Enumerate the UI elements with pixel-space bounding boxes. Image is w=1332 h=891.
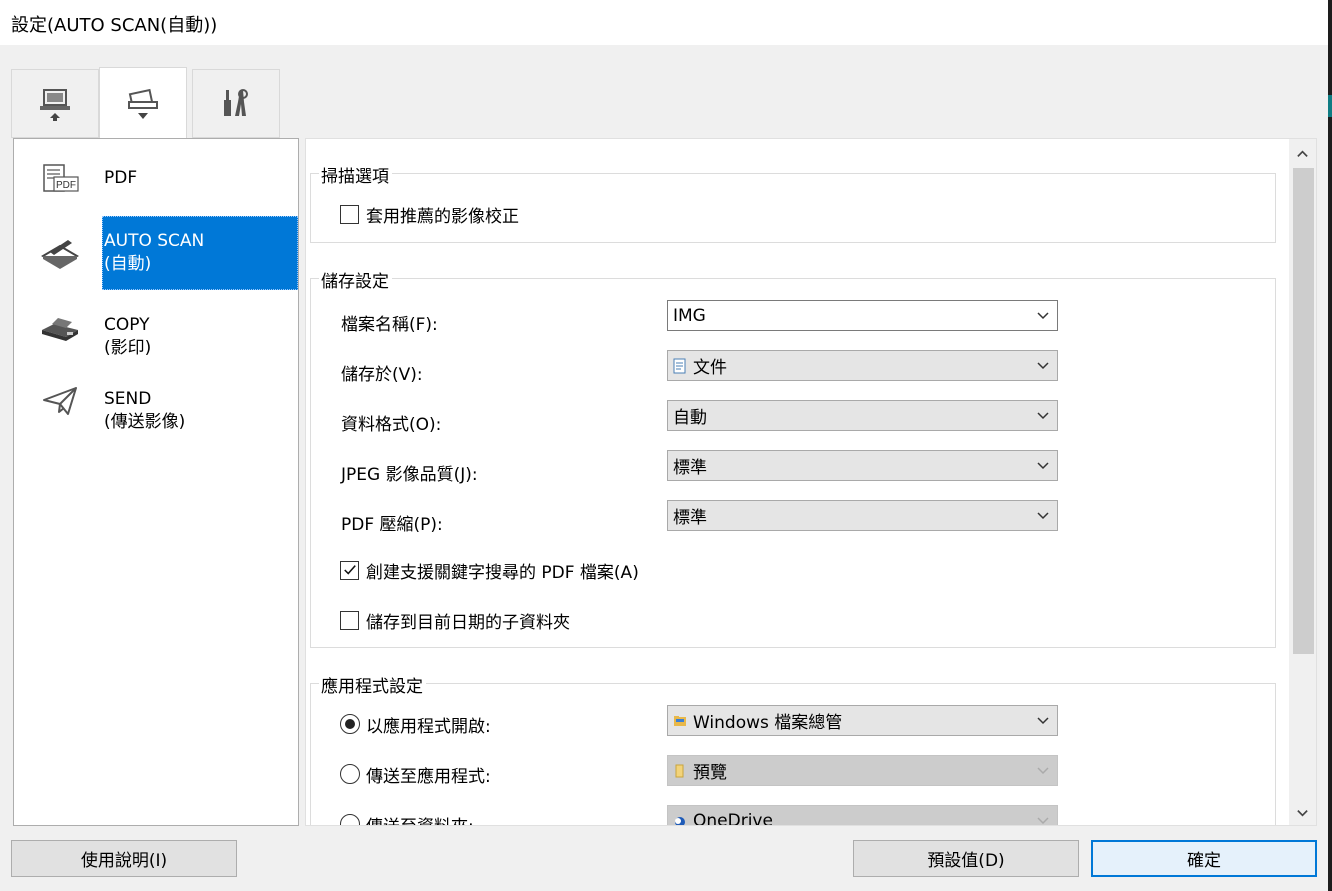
date-subfolder-checkbox[interactable] — [340, 610, 359, 630]
chevron-down-icon — [1037, 717, 1049, 725]
pdf-compression-combo[interactable]: 標準 — [667, 500, 1058, 531]
list-item-label: SEND (傳送影像) — [104, 389, 186, 432]
send-to-folder-radio[interactable] — [340, 814, 360, 825]
open-with-radio[interactable] — [340, 714, 360, 734]
chevron-down-icon — [1037, 817, 1049, 825]
computer-upload-icon — [40, 88, 70, 121]
jpeg-quality-combo[interactable]: 標準 — [667, 450, 1058, 481]
function-list: PDF PDF AUTO SCAN (自動) COPY (影印) SEND (傳… — [13, 138, 299, 826]
list-item-label: COPY (影印) — [104, 315, 152, 358]
help-button[interactable]: 使用說明(I) — [11, 840, 237, 877]
ok-button[interactable]: 確定 — [1091, 840, 1317, 877]
chevron-down-icon — [1037, 767, 1049, 775]
jpeg-quality-label: JPEG 影像品質(J): — [341, 465, 478, 485]
scan-options-group: 掃描選項 套用推薦的影像校正 — [310, 162, 1276, 243]
send-to-folder-radio-row[interactable]: 傳送至資料夾: — [340, 812, 474, 826]
file-name-combo[interactable]: IMG — [667, 300, 1058, 331]
title-bar: 設定(AUTO SCAN(自動)) — [0, 0, 1328, 45]
scanner-download-icon — [128, 88, 158, 119]
document-icon — [673, 358, 686, 373]
radio-label: 以應用程式開啟: — [366, 716, 491, 737]
open-with-radio-row[interactable]: 以應用程式開啟: — [340, 712, 491, 737]
group-title: 掃描選項 — [319, 162, 392, 187]
chevron-down-icon — [1037, 512, 1049, 520]
checkmark-icon — [343, 565, 356, 575]
checkbox-label: 套用推薦的影像校正 — [366, 206, 519, 227]
keyword-pdf-checkbox-row[interactable]: 創建支援關鍵字搜尋的 PDF 檔案(A) — [340, 558, 639, 583]
tab-tools[interactable] — [192, 69, 280, 138]
scrollbar-thumb[interactable] — [1293, 168, 1314, 654]
list-item-label: PDF — [104, 168, 138, 188]
save-in-label: 儲存於(V): — [341, 365, 423, 385]
data-format-label: 資料格式(O): — [341, 415, 442, 435]
group-title: 應用程式設定 — [319, 672, 426, 697]
list-item-pdf[interactable]: PDF PDF — [14, 143, 298, 217]
app-settings-group: 應用程式設定 以應用程式開啟: Windows 檔案總管 傳送至應用程式: 預覽 — [310, 672, 1276, 826]
chevron-down-icon — [1037, 362, 1049, 370]
send-to-app-radio-row[interactable]: 傳送至應用程式: — [340, 762, 491, 787]
onedrive-icon — [675, 816, 685, 825]
tools-icon — [224, 88, 248, 116]
send-to-folder-combo[interactable]: OneDrive — [667, 805, 1058, 825]
apply-recommended-checkbox-row[interactable]: 套用推薦的影像校正 — [340, 202, 519, 227]
scroll-down-icon[interactable] — [1289, 799, 1316, 825]
chevron-down-icon — [1037, 462, 1049, 470]
background-accent — [1328, 95, 1332, 117]
settings-dialog: 設定(AUTO SCAN(自動)) PDF PDF AUTO SCAN (自動)… — [0, 0, 1328, 891]
tab-scan-from-computer[interactable] — [11, 69, 99, 138]
pdf-icon: PDF — [43, 164, 79, 192]
radio-label: 傳送至應用程式: — [366, 766, 491, 787]
scroll-up-icon[interactable] — [1289, 141, 1316, 167]
open-with-combo[interactable]: Windows 檔案總管 — [667, 705, 1058, 736]
send-to-app-combo[interactable]: 預覽 — [667, 755, 1058, 786]
paper-plane-icon — [43, 387, 77, 415]
folder-icon — [674, 715, 686, 726]
save-in-combo[interactable]: 文件 — [667, 350, 1058, 381]
chevron-down-icon — [1037, 312, 1049, 320]
checkbox-label: 創建支援關鍵字搜尋的 PDF 檔案(A) — [366, 562, 639, 583]
list-item-label: AUTO SCAN (自動) — [104, 231, 205, 274]
window-title: 設定(AUTO SCAN(自動)) — [11, 15, 218, 36]
save-settings-group: 儲存設定 檔案名稱(F): IMG 儲存於(V): 文件 資料格式(O): 自動… — [310, 267, 1276, 648]
tab-scan-from-device[interactable] — [99, 67, 187, 139]
pdf-compression-label: PDF 壓縮(P): — [341, 515, 443, 535]
checkbox-label: 儲存到目前日期的子資料夾 — [366, 612, 570, 633]
group-title: 儲存設定 — [319, 267, 392, 292]
preview-app-icon — [675, 764, 684, 777]
printer-icon — [42, 318, 78, 341]
background-window-edge — [1328, 0, 1332, 891]
list-item-copy[interactable]: COPY (影印) — [14, 290, 298, 364]
svg-text:PDF: PDF — [56, 180, 76, 191]
radio-dot — [345, 719, 355, 729]
send-to-app-radio[interactable] — [340, 764, 360, 784]
defaults-button[interactable]: 預設值(D) — [853, 840, 1079, 877]
radio-label: 傳送至資料夾: — [366, 812, 474, 826]
chevron-down-icon — [1037, 412, 1049, 420]
date-subfolder-checkbox-row[interactable]: 儲存到目前日期的子資料夾 — [340, 608, 570, 633]
apply-recommended-checkbox[interactable] — [340, 204, 359, 224]
data-format-combo[interactable]: 自動 — [667, 400, 1058, 431]
list-item-send[interactable]: SEND (傳送影像) — [14, 364, 298, 438]
keyword-pdf-checkbox[interactable] — [340, 560, 359, 580]
file-name-label: 檔案名稱(F): — [341, 315, 438, 335]
scanner-icon — [41, 240, 79, 269]
settings-panel: 掃描選項 套用推薦的影像校正 儲存設定 檔案名稱(F): IMG 儲存於(V):… — [305, 138, 1317, 826]
vertical-scrollbar[interactable] — [1289, 139, 1316, 825]
list-item-auto-scan[interactable]: AUTO SCAN (自動) — [14, 216, 298, 290]
